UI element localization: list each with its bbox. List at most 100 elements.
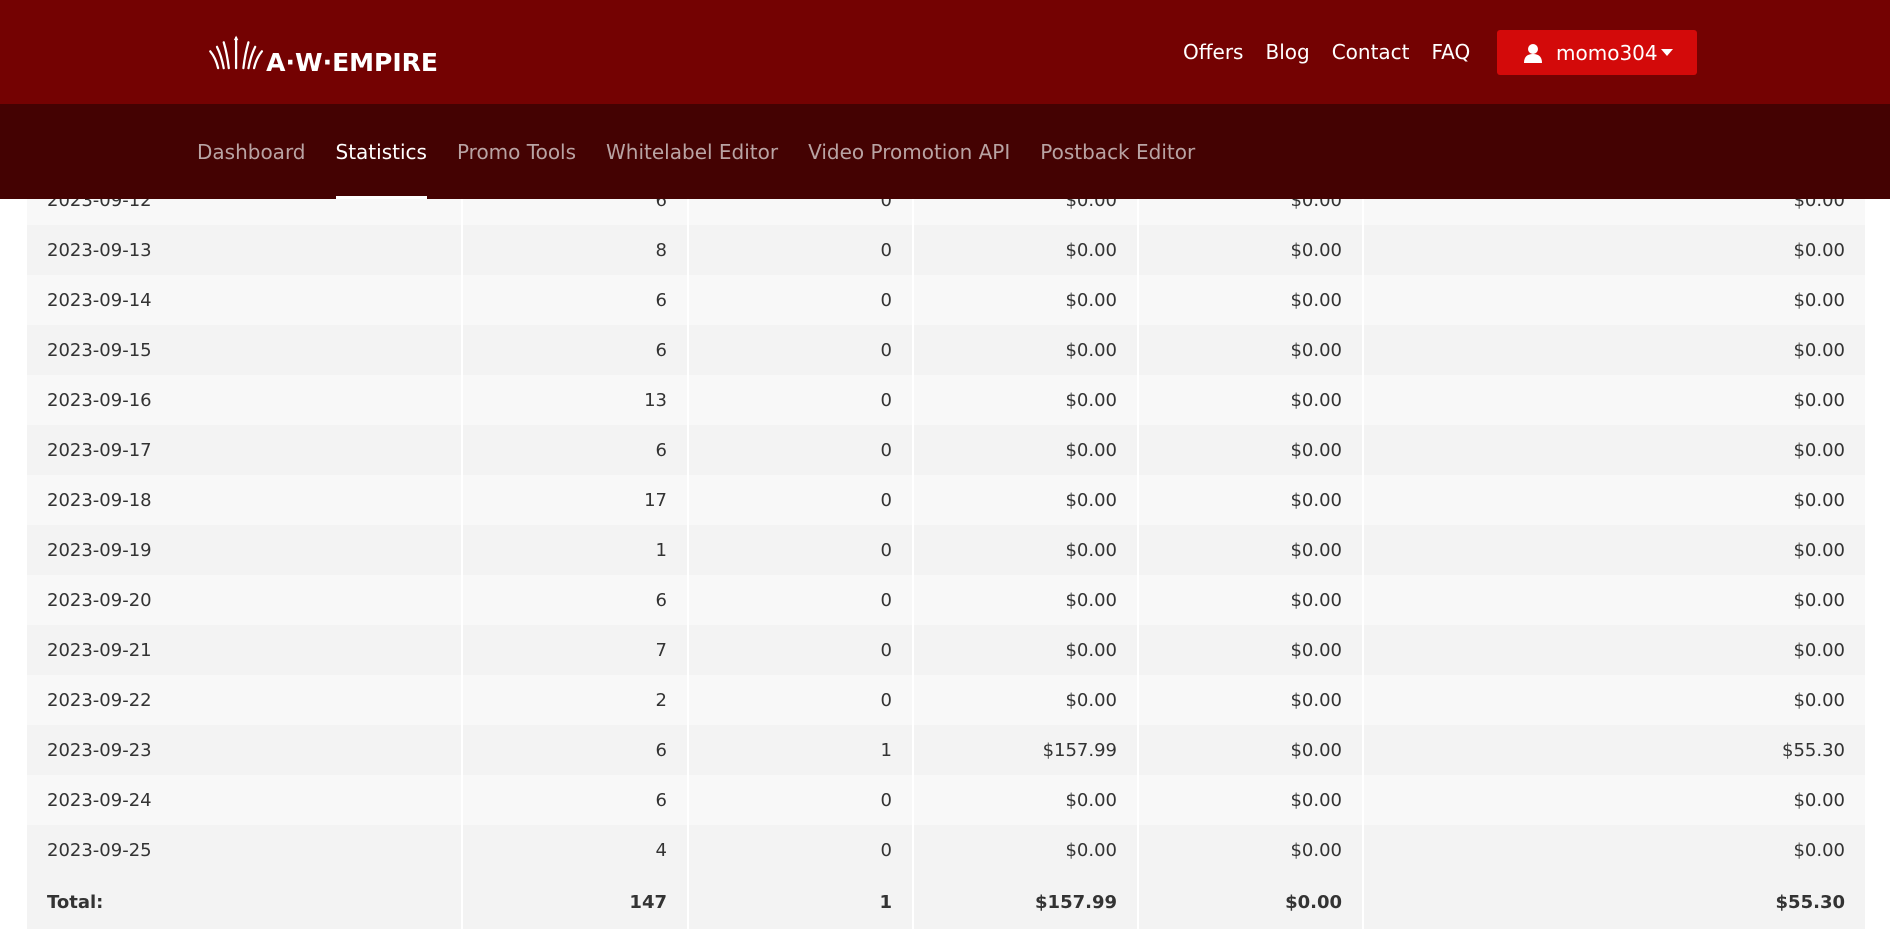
table-cell: $0.00	[914, 825, 1139, 875]
date-cell: 2023-09-21	[27, 625, 463, 675]
table-cell: 0	[689, 425, 914, 475]
table-cell: 0	[689, 625, 914, 675]
statistics-table-container: 2023-09-12 6 0 $0.00 $0.00 $0.00 2023-09-13 8 0 $…	[27, 175, 1865, 929]
table-cell: 0	[689, 375, 914, 425]
table-cell: $0.00	[1364, 825, 1865, 875]
table-row: 2023-09-24 6 0 $0.00 $0.00 $0.00	[27, 775, 1865, 825]
table-cell: 0	[689, 675, 914, 725]
table-cell: $0.00	[914, 675, 1139, 725]
tab-whitelabel-editor[interactable]: Whitelabel Editor	[606, 104, 778, 199]
table-cell: $0.00	[914, 525, 1139, 575]
tab-promo-tools[interactable]: Promo Tools	[457, 104, 576, 199]
table-cell: $0.00	[914, 425, 1139, 475]
crown-icon	[209, 35, 264, 70]
table-cell: 8	[463, 225, 689, 275]
total-cell: 147	[463, 875, 689, 929]
table-cell: 1	[463, 525, 689, 575]
user-menu-button[interactable]: momo304	[1497, 30, 1697, 75]
username: momo304	[1556, 40, 1658, 65]
table-row: 2023-09-23 6 1 $157.99 $0.00 $55.30	[27, 725, 1865, 775]
sub-nav-bar: Dashboard Statistics Promo Tools Whitela…	[0, 104, 1890, 199]
table-cell: $0.00	[1364, 525, 1865, 575]
table-row: 2023-09-13 8 0 $0.00 $0.00 $0.00	[27, 225, 1865, 275]
table-total-row: Total: 147 1 $157.99 $0.00 $55.30	[27, 875, 1865, 929]
sub-nav: Dashboard Statistics Promo Tools Whitela…	[197, 104, 1225, 199]
table-cell: $0.00	[1364, 475, 1865, 525]
table-cell: $0.00	[1139, 525, 1364, 575]
date-cell: 2023-09-15	[27, 325, 463, 375]
total-cell: $157.99	[914, 875, 1139, 929]
table-cell: $0.00	[1139, 825, 1364, 875]
total-cell: 1	[689, 875, 914, 929]
nav-offers-link[interactable]: Offers	[1183, 40, 1243, 64]
date-cell: 2023-09-18	[27, 475, 463, 525]
total-cell: $0.00	[1139, 875, 1364, 929]
table-cell: 6	[463, 725, 689, 775]
tab-dashboard[interactable]: Dashboard	[197, 104, 306, 199]
table-cell: $0.00	[914, 775, 1139, 825]
table-row: 2023-09-14 6 0 $0.00 $0.00 $0.00	[27, 275, 1865, 325]
table-cell: $0.00	[1139, 575, 1364, 625]
nav-faq-link[interactable]: FAQ	[1432, 40, 1471, 64]
table-cell: $0.00	[1364, 425, 1865, 475]
table-cell: 6	[463, 575, 689, 625]
table-row: 2023-09-19 1 0 $0.00 $0.00 $0.00	[27, 525, 1865, 575]
statistics-table-body: 2023-09-12 6 0 $0.00 $0.00 $0.00 2023-09-13 8 0 $…	[27, 175, 1865, 875]
table-cell: $0.00	[1139, 325, 1364, 375]
date-cell: 2023-09-17	[27, 425, 463, 475]
table-cell: $0.00	[1364, 575, 1865, 625]
table-cell: 4	[463, 825, 689, 875]
table-cell: 0	[689, 475, 914, 525]
table-cell: 0	[689, 525, 914, 575]
table-cell: 0	[689, 325, 914, 375]
table-cell: 6	[463, 775, 689, 825]
table-row: 2023-09-22 2 0 $0.00 $0.00 $0.00	[27, 675, 1865, 725]
tab-statistics[interactable]: Statistics	[335, 104, 428, 199]
total-label: Total:	[27, 875, 463, 929]
caret-down-icon	[1661, 49, 1673, 56]
table-cell: $0.00	[914, 325, 1139, 375]
table-cell: 2	[463, 675, 689, 725]
table-cell: $0.00	[1139, 225, 1364, 275]
table-row: 2023-09-25 4 0 $0.00 $0.00 $0.00	[27, 825, 1865, 875]
date-cell: 2023-09-19	[27, 525, 463, 575]
table-cell: $0.00	[1364, 775, 1865, 825]
table-cell: 6	[463, 425, 689, 475]
table-cell: $0.00	[914, 475, 1139, 525]
table-cell: $0.00	[1139, 275, 1364, 325]
table-cell: $0.00	[1364, 675, 1865, 725]
tab-video-promotion-api[interactable]: Video Promotion API	[808, 104, 1010, 199]
top-nav: Offers Blog Contact FAQ	[1183, 30, 1492, 74]
table-row: 2023-09-20 6 0 $0.00 $0.00 $0.00	[27, 575, 1865, 625]
table-cell: $0.00	[914, 375, 1139, 425]
nav-blog-link[interactable]: Blog	[1265, 40, 1309, 64]
table-cell: 6	[463, 275, 689, 325]
date-cell: 2023-09-16	[27, 375, 463, 425]
tab-postback-editor[interactable]: Postback Editor	[1040, 104, 1195, 199]
top-header: A·W·EMPIRE Offers Blog Contact FAQ momo3…	[0, 0, 1890, 104]
table-cell: $0.00	[1364, 275, 1865, 325]
table-cell: $0.00	[914, 575, 1139, 625]
table-cell: $0.00	[914, 275, 1139, 325]
table-cell: $55.30	[1364, 725, 1865, 775]
table-cell: $0.00	[914, 225, 1139, 275]
date-cell: 2023-09-14	[27, 275, 463, 325]
table-cell: $0.00	[1139, 775, 1364, 825]
total-cell: $55.30	[1364, 875, 1865, 929]
nav-contact-link[interactable]: Contact	[1332, 40, 1410, 64]
table-cell: $0.00	[1139, 625, 1364, 675]
table-cell: 0	[689, 275, 914, 325]
date-cell: 2023-09-20	[27, 575, 463, 625]
table-cell: 7	[463, 625, 689, 675]
table-cell: 13	[463, 375, 689, 425]
table-row: 2023-09-18 17 0 $0.00 $0.00 $0.00	[27, 475, 1865, 525]
table-cell: 1	[689, 725, 914, 775]
table-cell: 0	[689, 225, 914, 275]
table-cell: 0	[689, 825, 914, 875]
statistics-table: 2023-09-12 6 0 $0.00 $0.00 $0.00 2023-09-13 8 0 $…	[27, 175, 1865, 929]
awempire-logo[interactable]: A·W·EMPIRE	[208, 22, 438, 84]
table-cell: $0.00	[1139, 675, 1364, 725]
table-cell: 0	[689, 575, 914, 625]
table-cell: $0.00	[1364, 375, 1865, 425]
table-row: 2023-09-21 7 0 $0.00 $0.00 $0.00	[27, 625, 1865, 675]
